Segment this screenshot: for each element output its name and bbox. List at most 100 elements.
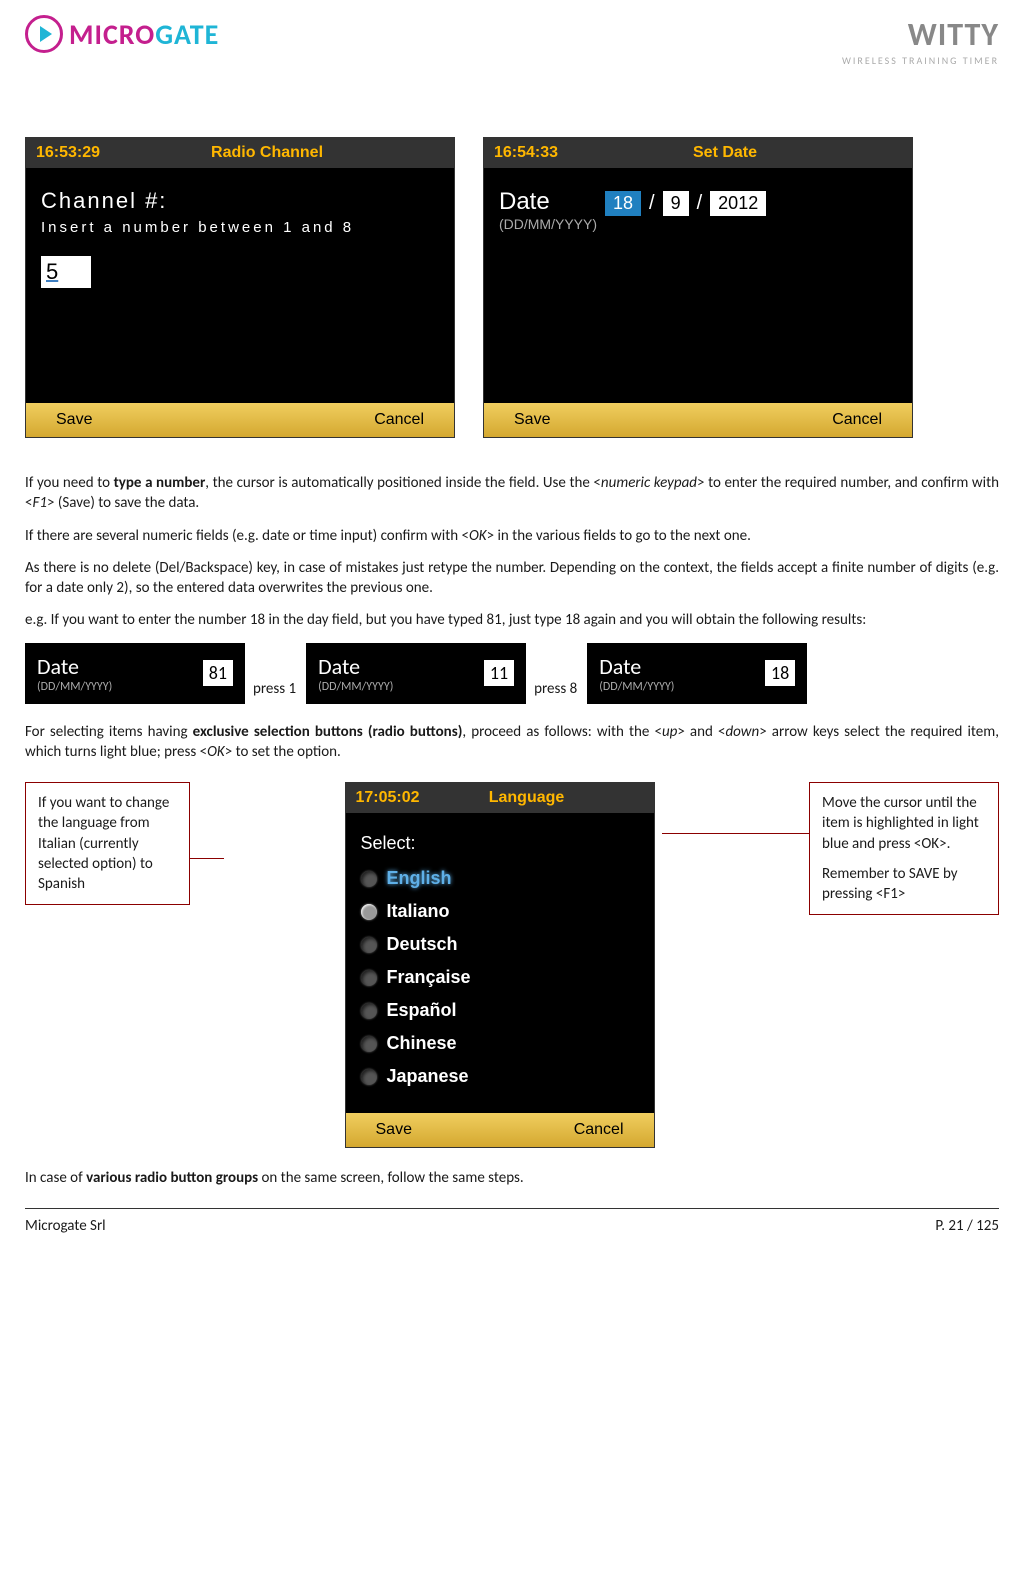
option-label: Español	[387, 1000, 457, 1021]
option-label: Chinese	[387, 1033, 457, 1054]
channel-input[interactable]: 5	[41, 256, 91, 288]
separator: /	[697, 192, 703, 215]
day-input[interactable]: 18	[605, 191, 641, 216]
date-label: Date	[499, 188, 597, 216]
screen-title: Set Date	[618, 144, 832, 162]
screen-footer: Save Cancel	[346, 1113, 654, 1147]
language-option-italiano[interactable]: Italiano	[361, 895, 639, 928]
italic-text: OK	[469, 527, 487, 545]
text: > in the various fields to go to the nex…	[487, 527, 751, 545]
day-value: 18	[765, 660, 795, 686]
language-list: English Italiano Deutsch Française Españ…	[361, 862, 639, 1093]
italic-text: down	[725, 723, 759, 741]
paragraph: For selecting items having exclusive sel…	[25, 722, 999, 763]
day-value: 81	[203, 660, 233, 686]
radio-icon	[361, 970, 377, 986]
set-date-screen: 16:54:33 Set Date Date (DD/MM/YYYY) 18 /…	[483, 137, 913, 438]
language-option-japanese[interactable]: Japanese	[361, 1060, 639, 1093]
radio-icon	[361, 1069, 377, 1085]
text: > (Save) to save the data.	[47, 494, 199, 512]
date-step-1: Date (DD/MM/YYYY) 81	[25, 643, 245, 704]
paragraph: If there are several numeric fields (e.g…	[25, 526, 999, 546]
callout-text: Remember to SAVE by pressing <F1>	[822, 864, 986, 905]
logo-text: MICROGATE	[69, 17, 219, 52]
paragraph: If you need to type a number, the cursor…	[25, 473, 999, 514]
option-label: Japanese	[387, 1066, 469, 1087]
screen-footer: Save Cancel	[484, 403, 912, 437]
radio-icon	[361, 871, 377, 887]
screen-footer: Save Cancel	[26, 403, 454, 437]
bold-text: various radio button groups	[86, 1169, 258, 1187]
text: on the same screen, follow the same step…	[258, 1169, 524, 1187]
date-step-2: Date (DD/MM/YYYY) 11	[306, 643, 526, 704]
text: If you need to	[25, 474, 114, 492]
italic-text: up	[662, 723, 677, 741]
paragraph: e.g. If you want to enter the number 18 …	[25, 610, 999, 630]
cancel-button[interactable]: Cancel	[832, 411, 882, 429]
language-option-francaise[interactable]: Française	[361, 961, 639, 994]
text: > and <	[677, 723, 725, 741]
witty-logo: WITTY WIRELESS TRAINING TIMER	[842, 15, 999, 67]
separator: /	[649, 192, 655, 215]
callout-text: If you want to change the language from …	[38, 794, 169, 893]
cancel-button[interactable]: Cancel	[574, 1121, 624, 1139]
date-row: Date (DD/MM/YYYY) 18 / 9 / 2012	[499, 188, 897, 232]
witty-main: WITTY	[842, 15, 999, 54]
date-sequence: Date (DD/MM/YYYY) 81 press 1 Date (DD/MM…	[25, 643, 999, 704]
language-option-deutsch[interactable]: Deutsch	[361, 928, 639, 961]
right-callout: Move the cursor until the item is highli…	[809, 782, 999, 915]
save-button[interactable]: Save	[376, 1121, 412, 1139]
option-label: Française	[387, 967, 471, 988]
date-step-3: Date (DD/MM/YYYY) 18	[587, 643, 807, 704]
page-header: MICROGATE WITTY WIRELESS TRAINING TIMER	[25, 15, 999, 67]
screen-body: Date (DD/MM/YYYY) 18 / 9 / 2012	[484, 168, 912, 403]
option-label: English	[387, 868, 452, 889]
radio-icon	[361, 1003, 377, 1019]
italic-text: OK	[207, 743, 225, 761]
date-label: Date	[37, 653, 191, 680]
radio-icon	[361, 904, 377, 920]
footer-page: P. 21 / 125	[935, 1217, 999, 1235]
microgate-logo: MICROGATE	[25, 15, 219, 53]
language-option-english[interactable]: English	[361, 862, 639, 895]
bold-text: type a number	[114, 474, 206, 492]
screen-header: 16:54:33 Set Date	[484, 138, 912, 168]
logo-icon	[25, 15, 63, 53]
month-input[interactable]: 9	[663, 191, 689, 216]
language-option-espanol[interactable]: Español	[361, 994, 639, 1027]
cancel-button[interactable]: Cancel	[374, 411, 424, 429]
text: In case of	[25, 1169, 86, 1187]
radio-channel-screen: 16:53:29 Radio Channel Channel #: Insert…	[25, 137, 455, 438]
date-format: (DD/MM/YYYY)	[318, 680, 472, 694]
logo-gate: GATE	[155, 17, 219, 52]
italic-text: numeric keypad	[601, 474, 697, 492]
date-format: (DD/MM/YYYY)	[599, 680, 753, 694]
screen-title: Radio Channel	[160, 144, 374, 162]
select-label: Select:	[361, 833, 639, 854]
clock: 16:53:29	[36, 144, 100, 162]
left-callout: If you want to change the language from …	[25, 782, 190, 905]
bold-text: exclusive selection buttons (radio butto…	[193, 723, 463, 741]
text: For selecting items having	[25, 723, 193, 741]
screen-body: Channel #: Insert a number between 1 and…	[26, 168, 454, 403]
radio-icon	[361, 937, 377, 953]
save-button[interactable]: Save	[56, 411, 92, 429]
radio-icon	[361, 1036, 377, 1052]
channel-label: Channel #:	[41, 188, 439, 214]
paragraph: As there is no delete (Del/Backspace) ke…	[25, 558, 999, 599]
screen-header: 17:05:02 Language	[346, 783, 654, 813]
text: , proceed as follows: with the <	[462, 723, 662, 741]
language-option-chinese[interactable]: Chinese	[361, 1027, 639, 1060]
italic-text: F1	[32, 494, 47, 512]
save-button[interactable]: Save	[514, 411, 550, 429]
date-label: Date	[318, 653, 472, 680]
callout-text: Move the cursor until the item is highli…	[822, 793, 986, 854]
channel-hint: Insert a number between 1 and 8	[41, 219, 439, 236]
text: , the cursor is automatically positioned…	[205, 474, 601, 492]
screen-title: Language	[480, 789, 574, 807]
year-input[interactable]: 2012	[710, 191, 766, 216]
date-format: (DD/MM/YYYY)	[37, 680, 191, 694]
connector-line	[189, 858, 224, 859]
screen-body: Select: English Italiano Deutsch Françai…	[346, 813, 654, 1113]
language-screen: 17:05:02 Language Select: English Italia…	[345, 782, 655, 1148]
